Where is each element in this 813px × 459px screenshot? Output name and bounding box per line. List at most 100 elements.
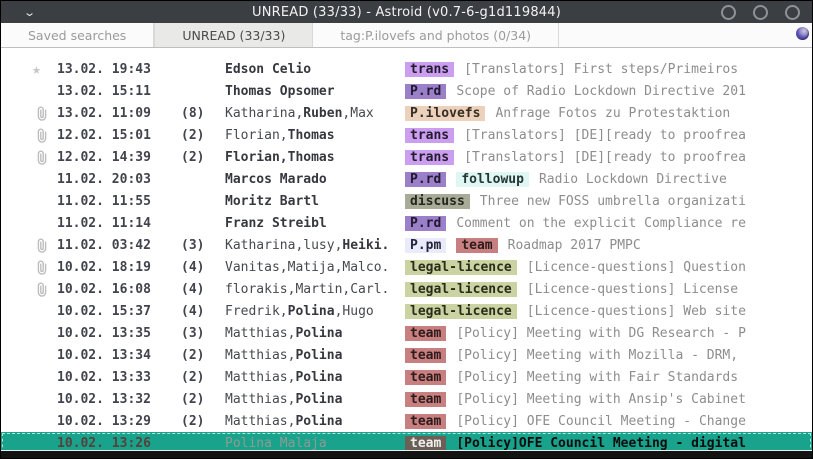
window-controls [721, 5, 800, 20]
message-sender: Vanitas,Matija,Malco. [225, 260, 405, 275]
message-subject: Roadmap 2017 PMPC [508, 238, 641, 253]
message-date: 10.02. 13:33 [57, 370, 181, 385]
tab-saved-searches[interactable]: Saved searches [1, 23, 154, 47]
message-subject: [Policy] Meeting with Mozilla - DRM, [456, 348, 738, 363]
message-subject: [Translators] [DE][ready to proofrea [464, 128, 746, 143]
paperclip-icon [35, 238, 48, 253]
paperclip-icon [1, 106, 57, 121]
message-row[interactable]: 13.02. 15:11 Thomas OpsomerP.rd Scope of R… [1, 80, 812, 102]
paperclip-icon [1, 282, 57, 297]
message-sender: Matthias,Polina [225, 370, 405, 385]
thread-count: (2) [181, 370, 225, 385]
message-sender: Florian,Thomas [225, 150, 405, 165]
message-subject: Comment on the explicit Compliance re [456, 216, 746, 231]
message-date: 10.02. 15:37 [57, 304, 181, 319]
tag-badge: P.rd [405, 216, 446, 231]
message-row[interactable]: 10.02. 13:34(2)Matthias,Polinateam[Polic… [1, 344, 812, 366]
thread-count: (4) [181, 260, 225, 275]
paperclip-icon [35, 106, 48, 121]
message-date: 13.02. 11:09 [57, 106, 181, 121]
app-window: ⌄ UNREAD (33/33) - Astroid (v0.7-6-g1d11… [0, 0, 813, 459]
message-sender: Matthias,Polina [225, 392, 405, 407]
message-row[interactable]: 11.02. 11:14Franz StreiblP.rdComment on … [1, 212, 812, 234]
message-subject: [Translators] [DE][ready to proofrea [464, 150, 746, 165]
message-row[interactable]: 10.02. 13:26Polina Malajateam[Policy]OFE… [1, 432, 812, 450]
message-date: 13.02. 19:43 [57, 62, 181, 77]
message-subject: [Licence-questions] Question [527, 260, 746, 275]
paperclip-icon [1, 238, 57, 253]
message-row[interactable]: 10.02. 16:08(4)florakis,Martin,Carl.lega… [1, 278, 812, 300]
message-subject: Three new FOSS umbrella organizati [480, 194, 746, 209]
message-date: 10.02. 13:34 [57, 348, 181, 363]
star-icon: ★ [32, 62, 41, 77]
message-row[interactable]: 10.02. 18:19(4)Vanitas,Matija,Malco.lega… [1, 256, 812, 278]
message-date: 10.02. 13:32 [57, 392, 181, 407]
tag-badge: legal-licence [405, 304, 517, 319]
message-date: 13.02. 15:11 [57, 84, 181, 99]
message-row[interactable]: 12.02. 15:01(2)Florian,Thomastrans[Trans… [1, 124, 812, 146]
tag-badge: trans [405, 150, 454, 165]
message-row[interactable]: ★13.02. 19:43Edson Celiotrans[Translator… [1, 58, 812, 80]
message-list: ★13.02. 19:43Edson Celiotrans[Translator… [1, 48, 812, 450]
chevron-down-icon[interactable]: ⌄ [23, 7, 36, 18]
message-date: 11.02. 11:14 [57, 216, 181, 231]
star-icon: ★ [1, 62, 57, 77]
window-title: UNREAD (33/33) - Astroid (v0.7-6-g1d1198… [1, 5, 812, 20]
thread-count: (8) [181, 106, 225, 121]
message-sender: Marcos Marado [225, 172, 405, 187]
message-row[interactable]: 10.02. 13:35(3)Matthias,Polinateam[Polic… [1, 322, 812, 344]
window-control-icon[interactable] [753, 5, 768, 20]
message-subject: [Policy] OFE Council Meeting - Change [456, 414, 746, 429]
message-row[interactable]: 10.02. 13:29(2)Matthias,Polinateam[Polic… [1, 410, 812, 432]
window-control-icon[interactable] [785, 5, 800, 20]
tag-badge: team [405, 348, 446, 363]
message-subject: [Policy]OFE Council Meeting - digital [456, 436, 746, 451]
tab-tag-search[interactable]: tag:P.ilovefs and photos (0/34) [313, 23, 559, 47]
message-date: 11.02. 20:03 [57, 172, 181, 187]
message-row[interactable]: 10.02. 15:37(4)Fredrik,Polina,Hugolegal-… [1, 300, 812, 322]
message-sender: Katharina,Ruben,Max [225, 106, 405, 121]
message-sender: Florian,Thomas [225, 128, 405, 143]
message-row[interactable]: 12.02. 14:39(2)Florian,Thomastrans[Trans… [1, 146, 812, 168]
tab-bar: Saved searches UNREAD (33/33) tag:P.ilov… [1, 23, 812, 48]
tag-badge: legal-licence [405, 260, 517, 275]
message-subject: [Policy] Meeting with Ansip's Cabinet [456, 392, 746, 407]
message-date: 10.02. 13:29 [57, 414, 181, 429]
title-bar: ⌄ UNREAD (33/33) - Astroid (v0.7-6-g1d11… [1, 1, 812, 23]
thread-count: (3) [181, 326, 225, 341]
paperclip-icon [35, 282, 48, 297]
thread-count: (2) [181, 414, 225, 429]
message-row[interactable]: 11.02. 11:55Moritz BartldiscussThree new… [1, 190, 812, 212]
message-row[interactable]: 11.02. 20:03Marcos MaradoP.rdfollowupRad… [1, 168, 812, 190]
message-row[interactable]: 10.02. 13:33(2)Matthias,Polinateam [Polic… [1, 366, 812, 388]
message-row[interactable]: 11.02. 03:42(3)Katharina,lusy,Heiki.P.pm… [1, 234, 812, 256]
tag-badge: legal-licence [405, 282, 517, 297]
paperclip-icon [35, 150, 48, 165]
message-subject: [Licence-questions] Web site [527, 304, 746, 319]
window-control-icon[interactable] [721, 5, 736, 20]
message-date: 10.02. 13:26 [57, 436, 181, 451]
message-sender: Fredrik,Polina,Hugo [225, 304, 405, 319]
message-subject: [Policy] Meeting with DG Research - P [456, 326, 746, 341]
message-subject: Scope of Radio Lockdown Directive 201 [456, 84, 746, 99]
tag-badge: team [405, 414, 446, 429]
message-date: 12.02. 15:01 [57, 128, 181, 143]
tag-badge: team [405, 370, 446, 385]
message-date: 11.02. 11:55 [57, 194, 181, 209]
message-date: 10.02. 16:08 [57, 282, 181, 297]
message-date: 11.02. 03:42 [57, 238, 181, 253]
message-sender: Matthias,Polina [225, 348, 405, 363]
tab-unread[interactable]: UNREAD (33/33) [154, 23, 313, 47]
thread-count: (2) [181, 128, 225, 143]
message-row[interactable]: 10.02. 13:32(2)Matthias,Polinateam[Polic… [1, 388, 812, 410]
message-date: 10.02. 18:19 [57, 260, 181, 275]
thread-count: (2) [181, 392, 225, 407]
paperclip-icon [35, 260, 48, 275]
message-subject: [Policy] Meeting with Fair Standards [456, 370, 738, 385]
tag-badge: team [405, 436, 446, 451]
bottom-bar [1, 450, 812, 458]
message-subject: Radio Lockdown Directive [539, 172, 727, 187]
message-row[interactable]: 13.02. 11:09(8)Katharina,Ruben,MaxP.ilov… [1, 102, 812, 124]
tag-badge: P.rd [405, 84, 446, 99]
message-sender: Thomas Opsomer [225, 84, 405, 99]
